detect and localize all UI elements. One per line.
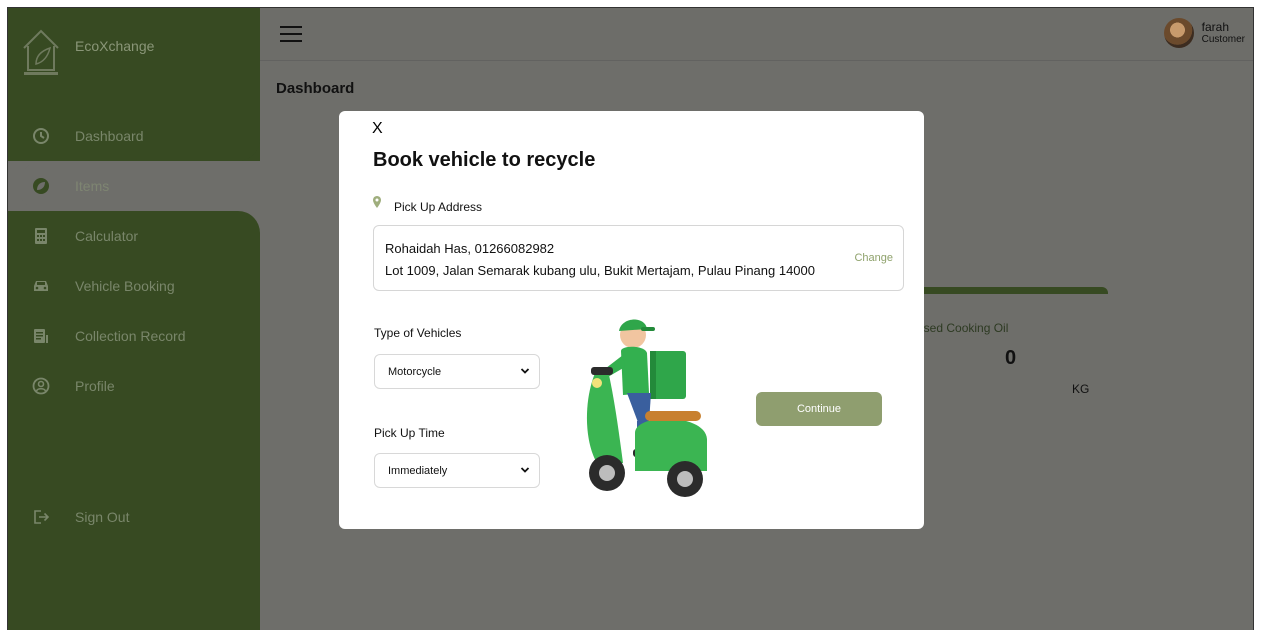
sidebar: EcoXchange Dashboard Items Calculator Ve… <box>8 8 260 630</box>
profile-icon <box>32 377 50 395</box>
brand-name: EcoXchange <box>75 38 155 54</box>
scooter-courier-illustration <box>586 319 707 497</box>
stat-card-value: 0 <box>1005 347 1017 369</box>
sidebar-item-profile[interactable]: Profile <box>8 361 260 411</box>
vehicle-type-select[interactable]: Motorcycle <box>374 354 540 389</box>
sidebar-item-collection-record[interactable]: Collection Record <box>8 311 260 361</box>
brand[interactable]: EcoXchange <box>22 26 252 76</box>
sign-out-label: Sign Out <box>75 509 130 525</box>
record-icon <box>32 327 50 345</box>
stat-card-used-cooking-oil: Used Cooking Oil 0 KG <box>915 287 1108 398</box>
sidebar-item-vehicle-booking[interactable]: Vehicle Booking <box>8 261 260 311</box>
page-title: Dashboard <box>276 80 355 97</box>
sidebar-item-label: Dashboard <box>75 128 144 144</box>
vehicle-type-label: Type of Vehicles <box>374 326 462 340</box>
app-window: EcoXchange Dashboard Items Calculator Ve… <box>7 7 1254 630</box>
sidebar-item-items[interactable]: Items <box>18 161 260 211</box>
sidebar-item-label: Vehicle Booking <box>75 278 175 294</box>
change-address-link[interactable]: Change <box>854 252 893 264</box>
sidebar-item-calculator[interactable]: Calculator <box>8 211 260 261</box>
location-pin-icon <box>373 196 381 208</box>
sidebar-item-label: Collection Record <box>75 328 186 344</box>
sidebar-item-label: Items <box>75 178 110 194</box>
chevron-down-icon <box>520 467 530 473</box>
sign-out-icon <box>32 508 50 526</box>
calculator-icon <box>32 227 50 245</box>
sidebar-item-label: Calculator <box>75 228 139 244</box>
sidebar-item-label: Profile <box>75 378 115 394</box>
avatar <box>1163 18 1194 48</box>
pickup-time-label: Pick Up Time <box>374 426 445 440</box>
stat-card-label: Used Cooking Oil <box>915 321 1009 335</box>
dashboard-icon <box>32 127 50 145</box>
pickup-time-value: Immediately <box>388 464 448 477</box>
book-vehicle-modal: X Book vehicle to recycle Pick Up Addres… <box>339 111 924 529</box>
chevron-down-icon <box>520 368 530 374</box>
house-logo-icon <box>23 29 59 75</box>
vehicle-type-value: Motorcycle <box>388 365 442 378</box>
pickup-time-select[interactable]: Immediately <box>374 453 540 488</box>
hamburger-menu-icon[interactable] <box>280 26 302 42</box>
top-bar: farah Customer <box>260 8 1253 61</box>
sidebar-nav: Dashboard Items Calculator Vehicle Booki… <box>8 111 260 411</box>
pickup-address-label: Pick Up Address <box>373 196 482 214</box>
address-street: Lot 1009, Jalan Semarak kubang ulu, Buki… <box>385 263 815 278</box>
stat-card-unit: KG <box>1072 382 1090 396</box>
car-icon <box>32 277 50 295</box>
leaf-icon <box>32 177 50 195</box>
close-button[interactable]: X <box>372 120 383 138</box>
address-name-phone: Rohaidah Has, 01266082982 <box>385 241 555 256</box>
user-role: Customer <box>1201 34 1245 45</box>
sidebar-item-dashboard[interactable]: Dashboard <box>8 111 260 161</box>
modal-title: Book vehicle to recycle <box>373 149 596 171</box>
pickup-address-box: Rohaidah Has, 01266082982 Lot 1009, Jala… <box>373 225 904 291</box>
user-name: farah <box>1201 20 1229 34</box>
sign-out-button[interactable]: Sign Out <box>8 492 260 542</box>
user-menu[interactable]: farah Customer <box>1163 18 1245 48</box>
continue-button[interactable]: Continue <box>756 392 882 426</box>
